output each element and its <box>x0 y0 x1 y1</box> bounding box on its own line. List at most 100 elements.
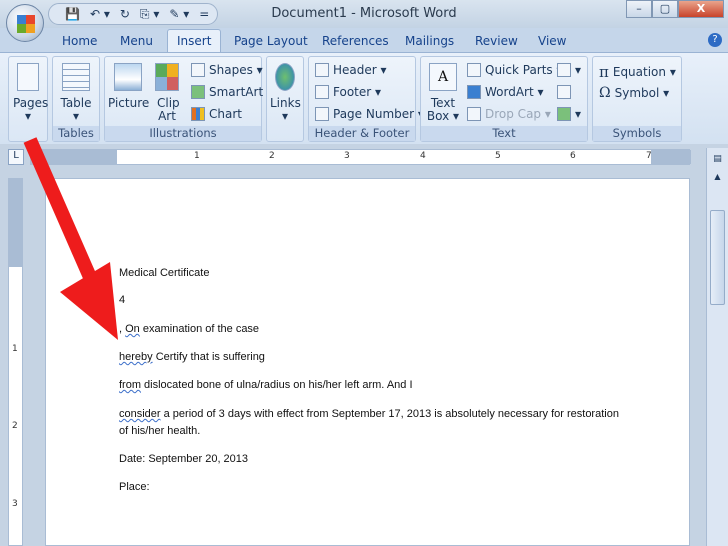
ribbon-tabs: Home Menu Insert Page Layout References … <box>0 28 728 53</box>
tab-insert[interactable]: Insert <box>167 29 222 53</box>
ruler-number: 3 <box>12 499 18 509</box>
symbol-button[interactable]: Ω Symbol ▾ <box>599 85 669 101</box>
tab-references[interactable]: References <box>322 34 389 48</box>
group-label-tables: Tables <box>53 126 99 141</box>
quick-access-toolbar: 💾 ↶ ▾ ↻ ⎘ ▾ ✎ ▾ = <box>48 3 218 25</box>
group-tables: Table ▾ Tables <box>52 56 100 142</box>
footer-icon <box>315 85 329 99</box>
tab-menu[interactable]: Menu <box>120 34 153 48</box>
page-number-icon <box>315 107 329 121</box>
copy-icon[interactable]: ⎘ ▾ <box>140 7 159 22</box>
office-logo-icon <box>17 15 35 33</box>
wordart-icon <box>467 85 481 99</box>
date-time-icon <box>557 85 571 99</box>
globe-link-icon <box>275 63 295 91</box>
tab-view[interactable]: View <box>538 34 566 48</box>
drop-cap-button[interactable]: Drop Cap ▾ <box>467 107 551 121</box>
ruler-toggle-icon[interactable]: ▤ <box>707 154 728 164</box>
quick-parts-icon <box>467 63 481 77</box>
header-button[interactable]: Header ▾ <box>315 63 387 77</box>
tab-review[interactable]: Review <box>475 34 518 48</box>
ruler-number: 3 <box>344 151 350 161</box>
group-header-footer: Header ▾ Footer ▾ Page Number ▾ Header &… <box>308 56 424 142</box>
scroll-up-arrow[interactable]: ▲ <box>707 172 728 181</box>
doc-line: of his/her health. <box>119 425 201 437</box>
signature-line-button[interactable]: ▾ <box>557 63 581 77</box>
doc-line: from dislocated bone of ulna/radius on h… <box>119 379 413 391</box>
ruler-number: 2 <box>12 421 18 431</box>
header-icon <box>315 63 329 77</box>
object-button[interactable]: ▾ <box>557 107 581 121</box>
chart-button[interactable]: Chart <box>191 107 242 121</box>
smartart-button[interactable]: SmartArt <box>191 85 263 99</box>
office-button[interactable] <box>6 4 44 42</box>
shapes-icon <box>191 63 205 77</box>
doc-line: 4 <box>119 294 126 306</box>
text-box-icon: A <box>429 63 457 91</box>
ruler-number: 4 <box>420 151 426 161</box>
shapes-button[interactable]: Shapes ▾ <box>191 63 263 77</box>
doc-line: Date: September 20, 2013 <box>119 453 249 465</box>
maximize-button[interactable]: ▢ <box>652 0 678 18</box>
date-time-button[interactable] <box>557 85 571 99</box>
ruler-number: 5 <box>495 151 501 161</box>
tab-page-layout[interactable]: Page Layout <box>234 34 308 48</box>
group-links: Links ▾ <box>266 56 304 142</box>
drop-cap-icon <box>467 107 481 121</box>
ruler-number: 2 <box>269 151 275 161</box>
minimize-button[interactable]: – <box>626 0 652 18</box>
ruler-number: 1 <box>194 151 200 161</box>
group-label-text: Text <box>421 126 587 141</box>
tab-home[interactable]: Home <box>62 34 97 48</box>
signature-icon <box>557 63 571 77</box>
vertical-scrollbar[interactable]: ▤ ▲ <box>706 148 728 546</box>
horizontal-ruler[interactable]: 1 2 3 4 5 6 7 <box>30 149 691 165</box>
doc-line: hereby Certify that is suffering <box>119 351 265 363</box>
group-label-symbols: Symbols <box>593 126 681 141</box>
doc-line: Medical Certificate <box>119 267 210 279</box>
ruler-margin-left <box>31 150 117 164</box>
format-icon[interactable]: ✎ ▾ <box>169 7 189 21</box>
ruler-number: 7 <box>646 151 652 161</box>
group-label-header-footer: Header & Footer <box>309 126 415 141</box>
save-icon[interactable]: 💾 <box>65 7 80 21</box>
table-icon <box>62 63 90 91</box>
tab-mailings[interactable]: Mailings <box>405 34 454 48</box>
title-bar: Document1 - Microsoft Word 💾 ↶ ▾ ↻ ⎘ ▾ ✎… <box>0 0 728 28</box>
customize-qat-icon[interactable]: = <box>199 7 209 21</box>
clip-art-button[interactable]: Clip Art <box>153 63 181 123</box>
ruler-margin-right <box>651 150 691 164</box>
vertical-ruler[interactable]: 1 2 3 <box>8 178 23 546</box>
doc-line: , On examination of the case <box>119 323 260 335</box>
quick-parts-button[interactable]: Quick Parts ▾ <box>467 63 563 77</box>
table-button[interactable]: Table ▾ <box>57 63 95 123</box>
close-button[interactable]: X <box>678 0 724 18</box>
pages-button[interactable]: Pages ▾ <box>13 63 48 123</box>
omega-icon: Ω <box>599 85 611 101</box>
object-icon <box>557 107 571 121</box>
scrollbar-thumb[interactable] <box>710 210 725 305</box>
ruler-number: 6 <box>570 151 576 161</box>
page-number-button[interactable]: Page Number ▾ <box>315 107 424 121</box>
group-pages: Pages ▾ <box>8 56 48 142</box>
picture-button[interactable]: Picture <box>108 63 149 110</box>
ruler-number: 1 <box>12 344 18 354</box>
redo-icon[interactable]: ↻ <box>120 7 130 21</box>
undo-icon[interactable]: ↶ ▾ <box>90 7 110 21</box>
clip-art-icon <box>155 63 179 91</box>
group-label-illustrations: Illustrations <box>105 126 261 141</box>
picture-icon <box>114 63 142 91</box>
chart-icon <box>191 107 205 121</box>
doc-line: Place: <box>119 481 150 493</box>
help-icon[interactable]: ? <box>708 33 722 47</box>
group-text: A Text Box ▾ Quick Parts ▾ WordArt ▾ Dro… <box>420 56 588 142</box>
pi-icon: π <box>599 63 609 81</box>
doc-line: consider a period of 3 days with effect … <box>119 408 619 420</box>
ruler-margin-top <box>9 179 22 267</box>
tab-stop-selector[interactable]: L <box>8 149 24 165</box>
links-button[interactable]: Links ▾ <box>270 63 301 123</box>
footer-button[interactable]: Footer ▾ <box>315 85 381 99</box>
wordart-button[interactable]: WordArt ▾ <box>467 85 544 99</box>
equation-button[interactable]: π Equation ▾ <box>599 63 676 81</box>
text-box-button[interactable]: A Text Box ▾ <box>425 63 461 123</box>
